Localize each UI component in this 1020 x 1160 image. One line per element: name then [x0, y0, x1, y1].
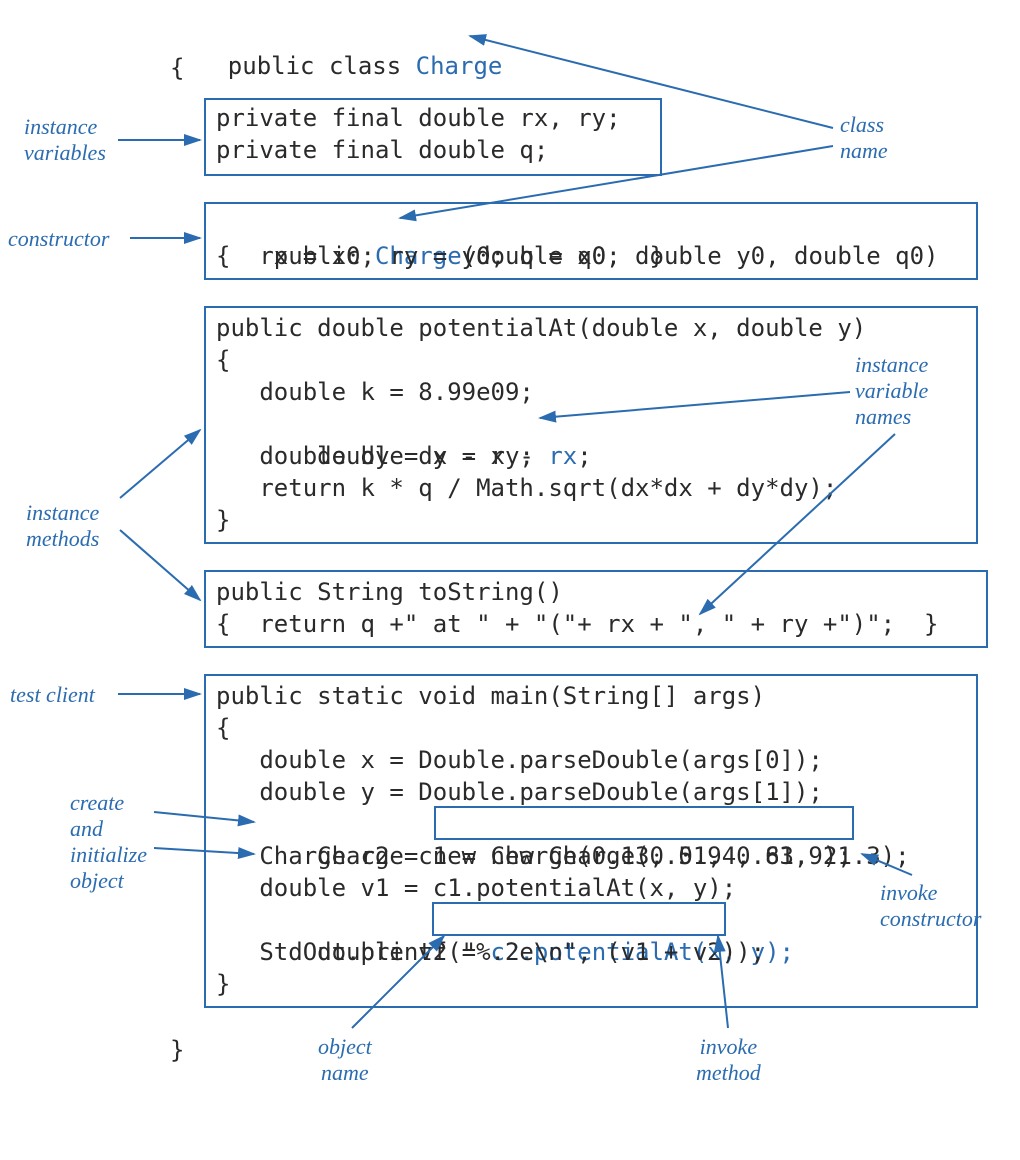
constructor-body: { rx = x0; ry = y0; q = q0; }	[216, 240, 664, 272]
main-b2: }	[216, 968, 230, 1000]
open-brace: {	[170, 52, 184, 84]
rx-token: rx	[548, 442, 577, 470]
ivar-line2: private final double q;	[216, 134, 548, 166]
label-instance-methods: instancemethods	[26, 500, 99, 552]
potentialat-l4: return k * q / Math.sqrt(dx*dx + dy*dy);	[216, 472, 837, 504]
new-charge-box	[434, 806, 854, 840]
potentialat-l3: double dy = y - ry;	[216, 440, 534, 472]
tostring-sig: public String toString()	[216, 576, 563, 608]
main-l2: double y = Double.parseDouble(args[1]);	[216, 776, 823, 808]
main-l7: StdOut.printf("%.2e\n", (v1 + v2));	[216, 936, 765, 968]
potentialat-b1: {	[216, 344, 230, 376]
ivar-line1: private final double rx, ry;	[216, 102, 621, 134]
close-brace: }	[170, 1034, 184, 1066]
label-invoke-method: invokemethod	[696, 1034, 761, 1086]
label-constructor: constructor	[8, 226, 109, 252]
main-l1: double x = Double.parseDouble(args[0]);	[216, 744, 823, 776]
label-class-name: classname	[840, 112, 888, 164]
class-name-token: Charge	[416, 52, 503, 80]
label-create-init: createandinitializeobject	[70, 790, 147, 894]
potentialat-sig: public double potentialAt(double x, doub…	[216, 312, 866, 344]
main-b1: {	[216, 712, 230, 744]
main-l4: Charge c2 = new Charge(0.13, 0.94, 81.9)…	[216, 840, 852, 872]
potentialat-l1: double k = 8.99e09;	[216, 376, 534, 408]
main-l5: double v1 = c1.potentialAt(x, y);	[216, 872, 736, 904]
label-invoke-ctor: invokeconstructor	[880, 880, 981, 932]
label-ivar-names: instancevariablenames	[855, 352, 928, 430]
label-object-name: objectname	[318, 1034, 372, 1086]
label-test-client: test client	[10, 682, 95, 708]
diagram-canvas: public class Charge { private final doub…	[0, 0, 1020, 1160]
main-sig: public static void main(String[] args)	[216, 680, 765, 712]
potentialat-b2: }	[216, 504, 230, 536]
label-instance-variables: instancevariables	[24, 114, 106, 166]
tostring-body: { return q +" at " + "("+ rx + ", " + ry…	[216, 608, 938, 640]
c2-call-box	[432, 902, 726, 936]
